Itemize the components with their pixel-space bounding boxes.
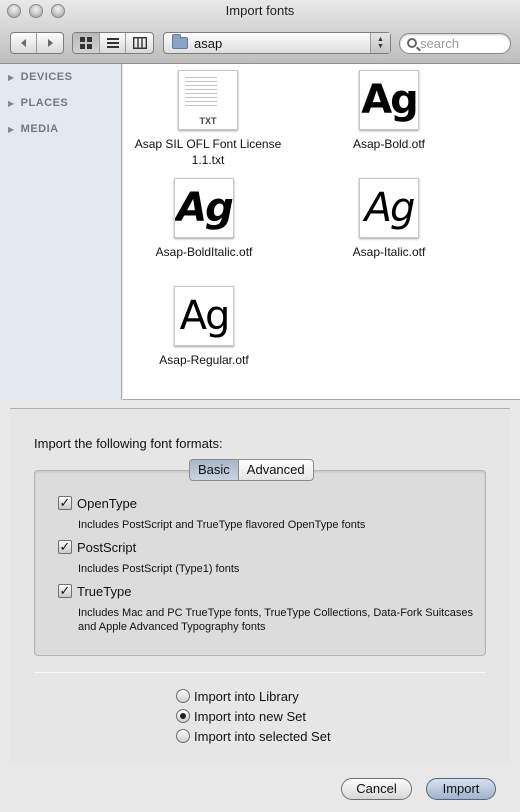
search-input[interactable] — [420, 35, 506, 52]
font-file-icon: Ag — [359, 70, 419, 130]
formats-heading: Import the following font formats: — [34, 436, 223, 451]
folder-popup[interactable]: asap ▲ ▼ — [163, 32, 391, 54]
postscript-checkbox[interactable]: ✓ — [58, 540, 72, 554]
file-browser: TXT Asap SIL OFL Font License 1.1.txt Ag … — [123, 64, 520, 400]
sidebar-item-label: DEVICES — [20, 71, 73, 83]
radio-import-into-selected-set[interactable] — [176, 729, 190, 743]
radio-label: Import into selected Set — [194, 729, 331, 744]
file-item[interactable]: Ag Asap-BoldItalic.otf — [119, 178, 289, 260]
folder-name: asap — [194, 36, 223, 51]
sidebar-item-media[interactable]: ▶ MEDIA — [8, 123, 59, 135]
file-name: Asap SIL OFL Font License 1.1.txt — [134, 137, 282, 167]
sidebar-item-label: MEDIA — [20, 123, 59, 135]
file-name: Asap-Bold.otf — [352, 137, 426, 151]
opentype-description: Includes PostScript and TrueType flavore… — [78, 519, 366, 531]
tab-basic[interactable]: Basic — [190, 460, 239, 480]
view-mode-control — [72, 32, 154, 54]
disclosure-triangle-icon: ▶ — [8, 99, 15, 108]
disclosure-triangle-icon: ▶ — [8, 125, 15, 134]
title-bar: Import fonts asap ▲ ▼ search — [0, 0, 520, 64]
import-button[interactable]: Import — [426, 778, 496, 800]
file-name: Asap-BoldItalic.otf — [155, 245, 253, 259]
search-field[interactable] — [399, 33, 511, 54]
forward-icon[interactable] — [37, 33, 63, 53]
sidebar-item-places[interactable]: ▶ PLACES — [8, 97, 68, 109]
folder-icon — [172, 34, 188, 49]
opentype-checkbox[interactable]: ✓ — [58, 496, 72, 510]
truetype-label: TrueType — [77, 584, 132, 599]
format-tabs: Basic Advanced — [189, 459, 314, 481]
search-icon — [407, 38, 417, 48]
column-view-icon[interactable] — [126, 33, 153, 53]
sidebar-item-devices[interactable]: ▶ DEVICES — [8, 71, 72, 83]
file-item[interactable]: Ag Asap-Regular.otf — [119, 286, 289, 368]
font-glyph: Ag — [361, 77, 418, 123]
cancel-button[interactable]: Cancel — [341, 778, 412, 800]
font-file-icon: Ag — [174, 286, 234, 346]
text-document-icon: TXT — [178, 70, 238, 130]
radio-label: Import into Library — [194, 689, 299, 704]
radio-import-into-library[interactable] — [176, 689, 190, 703]
section-divider — [34, 672, 486, 673]
import-fonts-window: Import fonts asap ▲ ▼ search ▶ DEVICES ▶… — [0, 0, 520, 812]
navigation-control — [10, 32, 64, 54]
font-glyph: Ag — [176, 185, 233, 231]
file-badge: TXT — [199, 116, 217, 126]
back-icon[interactable] — [11, 33, 38, 53]
file-name: Asap-Italic.otf — [352, 245, 426, 259]
chevron-updown-icon: ▲ ▼ — [370, 33, 390, 53]
tab-advanced[interactable]: Advanced — [239, 460, 313, 480]
icon-view-icon[interactable] — [73, 33, 100, 53]
font-file-icon: Ag — [174, 178, 234, 238]
file-item[interactable]: TXT Asap SIL OFL Font License 1.1.txt — [123, 70, 293, 168]
file-item[interactable]: Ag Asap-Bold.otf — [304, 70, 474, 152]
postscript-description: Includes PostScript (Type1) fonts — [78, 563, 240, 575]
radio-label: Import into new Set — [194, 709, 306, 724]
sidebar: ▶ DEVICES ▶ PLACES ▶ MEDIA — [0, 64, 122, 400]
disclosure-triangle-icon: ▶ — [8, 73, 15, 82]
truetype-description: Includes Mac and PC TrueType fonts, True… — [78, 607, 473, 633]
radio-import-into-new-set[interactable] — [176, 709, 190, 723]
font-file-icon: Ag — [359, 178, 419, 238]
file-name: Asap-Regular.otf — [159, 353, 249, 367]
postscript-label: PostScript — [77, 540, 137, 555]
font-glyph: Ag — [179, 293, 231, 339]
sidebar-item-label: PLACES — [20, 97, 69, 109]
font-glyph: Ag — [364, 185, 416, 231]
file-item[interactable]: Ag Asap-Italic.otf — [304, 178, 474, 260]
list-view-icon[interactable] — [100, 33, 127, 53]
window-title: Import fonts — [225, 3, 295, 18]
opentype-label: OpenType — [77, 496, 137, 511]
truetype-checkbox[interactable]: ✓ — [58, 584, 72, 598]
